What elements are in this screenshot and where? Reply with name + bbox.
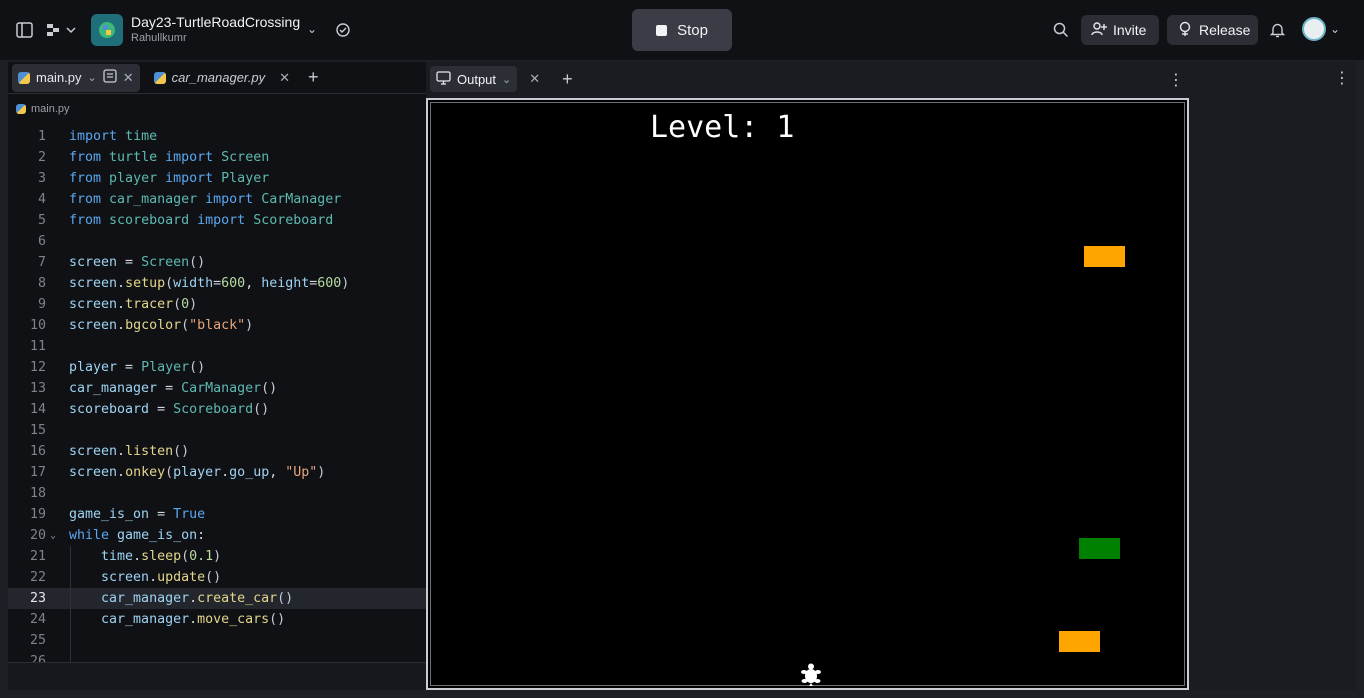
rocket-icon [1177, 21, 1193, 40]
invite-label: Invite [1113, 22, 1147, 38]
code-line: 2 from turtle import Screen [37, 150, 270, 165]
output-tabs: Output ⌄ ✕ + [426, 62, 1194, 96]
invite-button[interactable]: Invite [1081, 15, 1159, 45]
avatar[interactable] [1302, 17, 1326, 41]
stop-icon [656, 24, 668, 36]
code-line: 18 [29, 486, 46, 501]
code-editor[interactable]: 1 import time 2 from turtle import Screen … [8, 126, 426, 662]
code-line: 1 import time [37, 129, 158, 144]
car-green [1079, 538, 1120, 559]
code-line: 26 [8, 651, 426, 662]
close-icon[interactable]: ✕ [529, 71, 540, 87]
replit-menu-icon[interactable] [46, 22, 76, 42]
stop-label: Stop [677, 21, 708, 39]
code-line: 17 screen.onkey(player.go_up, "Up") [29, 465, 326, 480]
editor-status-strip [8, 662, 426, 690]
more-options-icon[interactable]: ⋮ [1334, 68, 1350, 88]
close-icon[interactable]: ✕ [279, 70, 290, 86]
code-line: 7 screen = Screen() [37, 255, 206, 270]
code-line: 15 [29, 423, 46, 438]
repl-avatar[interactable] [91, 14, 123, 46]
turtle-canvas[interactable]: Level: 1 [426, 98, 1189, 690]
release-label: Release [1199, 22, 1251, 38]
search-icon[interactable] [1053, 22, 1069, 42]
stop-button[interactable]: Stop [632, 9, 732, 51]
sidebar-toggle-icon[interactable] [16, 22, 33, 42]
breadcrumb-file[interactable]: main.py [31, 103, 70, 115]
code-line: 10 screen.bgcolor("black") [29, 318, 254, 333]
tab-label: car_manager.py [171, 70, 266, 85]
code-line: 19 game_is_on = True [29, 507, 206, 522]
python-file-icon [18, 71, 30, 84]
code-line: 16 screen.listen() [29, 444, 190, 459]
bell-icon[interactable] [1269, 22, 1286, 42]
cloud-check-icon[interactable] [335, 22, 351, 42]
chevron-down-icon[interactable]: ⌄ [88, 71, 97, 84]
code-line: 24 car_manager.move_cars() [8, 609, 426, 630]
code-line: 12 player = Player() [29, 360, 206, 375]
output-tab-label: Output [457, 71, 497, 87]
python-file-icon [153, 71, 166, 84]
code-line: 14 scoreboard = Scoreboard() [29, 402, 270, 417]
tab-label: main.py [36, 70, 82, 85]
code-line: 13 car_manager = CarManager() [29, 381, 278, 396]
chevron-down-icon[interactable]: ⌄ [502, 73, 511, 86]
code-line: 5 from scoreboard import Scoreboard [37, 213, 334, 228]
more-options-icon[interactable]: ⋮ [1168, 70, 1184, 90]
editor-pane: main.py ⌄ ✕ car_manager.py ✕ + main.py 1… [8, 62, 426, 690]
output-pane: Output ⌄ ✕ + ⋮ ⋮ Level: 1 [426, 62, 1356, 690]
repl-title[interactable]: Day23-TurtleRoadCrossing [131, 14, 300, 30]
repl-owner: Rahullkumr [131, 32, 187, 44]
add-user-icon [1091, 21, 1107, 40]
code-line: 9 screen.tracer(0) [37, 297, 198, 312]
code-line: 25 [8, 630, 426, 651]
breadcrumb: main.py [8, 98, 426, 120]
editor-tabs: main.py ⌄ ✕ car_manager.py ✕ + [8, 62, 426, 94]
chevron-down-icon[interactable]: ⌄ [307, 23, 317, 35]
car-orange [1059, 631, 1100, 652]
code-line: 6 [37, 234, 46, 249]
top-bar: Day23-TurtleRoadCrossing Rahullkumr ⌄ St… [0, 0, 1364, 60]
chevron-down-icon[interactable]: ⌄ [1330, 23, 1340, 35]
release-button[interactable]: Release [1167, 15, 1258, 45]
code-line: 22 screen.update() [8, 567, 426, 588]
add-tab-icon[interactable]: + [562, 69, 573, 90]
tab-main-py[interactable]: main.py ⌄ ✕ [12, 63, 140, 92]
code-line-active: 23 car_manager.create_car() [8, 588, 426, 609]
code-line: 11 [29, 339, 46, 354]
add-tab-icon[interactable]: + [308, 67, 319, 88]
turtle-player-icon [801, 663, 821, 686]
monitor-icon [436, 70, 451, 88]
fold-chevron-icon: ⌄ [50, 530, 57, 541]
code-line: 8 screen.setup(width=600, height=600) [37, 276, 350, 291]
code-line: 21 time.sleep(0.1) [8, 546, 426, 567]
level-text: Level: 1 [650, 110, 795, 145]
car-orange [1084, 246, 1125, 267]
code-line: 20 ⌄ while game_is_on: [8, 525, 426, 546]
split-view-icon[interactable] [103, 69, 117, 86]
tab-output[interactable]: Output ⌄ [430, 66, 518, 92]
close-icon[interactable]: ✕ [123, 70, 134, 86]
tab-car-manager-py[interactable]: car_manager.py ✕ [148, 64, 296, 92]
code-line: 4 from car_manager import CarManager [37, 192, 342, 207]
python-file-icon [16, 104, 26, 114]
code-line: 3 from player import Player [37, 171, 270, 186]
